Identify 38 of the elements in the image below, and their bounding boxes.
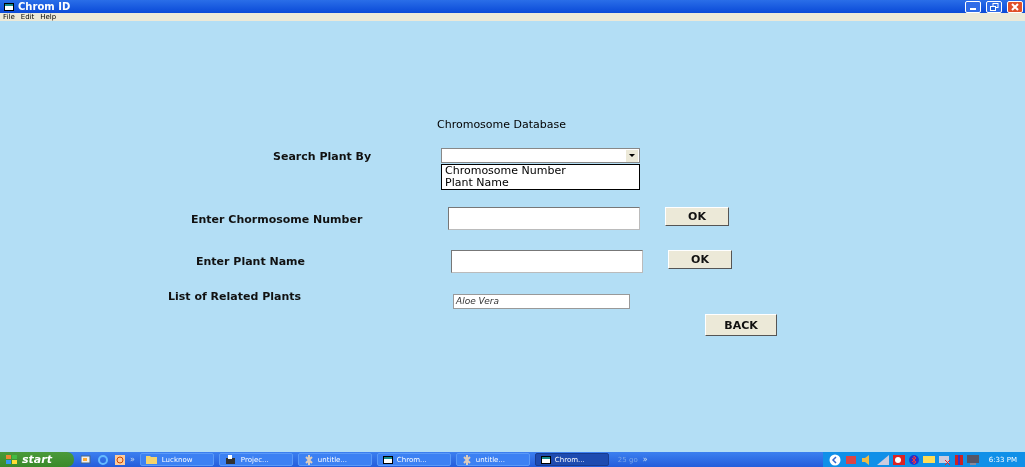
application-icon	[224, 454, 237, 465]
caret-icon	[629, 153, 635, 158]
field-label: Enter Plant Name	[196, 255, 307, 268]
chromosome-number-field[interactable]	[448, 207, 640, 230]
folder-icon	[145, 455, 158, 464]
field-label: List of Related Plants	[168, 290, 303, 303]
restore-button[interactable]	[986, 0, 1002, 13]
minimize-icon	[970, 8, 976, 10]
window-icon	[382, 455, 393, 464]
window-icon	[4, 2, 14, 11]
browser-icon[interactable]	[97, 454, 108, 465]
dropdown-option[interactable]: Plant Name	[442, 177, 639, 189]
bluetooth-icon[interactable]	[908, 454, 919, 465]
dropdown-option[interactable]: Chromosome Number	[442, 165, 639, 177]
list-item[interactable]: Aloe Vera	[454, 295, 499, 308]
back-button[interactable]: BACK	[705, 314, 777, 336]
search-by-dropdown[interactable]	[441, 148, 640, 163]
minimize-button[interactable]	[965, 0, 981, 13]
paint-icon	[303, 454, 314, 465]
window-title: Chrom ID	[18, 1, 71, 12]
tray-icon[interactable]	[954, 454, 963, 465]
ok-button[interactable]: OK	[665, 207, 729, 226]
start-button[interactable]: start	[0, 452, 74, 467]
ok-button[interactable]: OK	[668, 250, 732, 269]
window-icon	[540, 455, 551, 464]
form-heading: Chromosome Database	[437, 118, 568, 131]
related-plants-list[interactable]: Aloe Vera	[453, 294, 630, 309]
clock-icon[interactable]	[114, 454, 125, 465]
plant-name-field[interactable]	[451, 250, 643, 273]
tray-icon[interactable]	[892, 454, 905, 465]
overflow-chevron[interactable]: »	[642, 455, 648, 464]
close-button[interactable]	[1007, 0, 1023, 13]
field-label: Enter Chormosome Number	[191, 213, 364, 226]
windows-logo-icon	[6, 454, 18, 465]
overflow-chevron[interactable]: »	[129, 455, 135, 464]
desktop-icon[interactable]	[80, 455, 91, 464]
field-label: Search Plant By	[273, 150, 373, 163]
paint-icon	[461, 454, 472, 465]
